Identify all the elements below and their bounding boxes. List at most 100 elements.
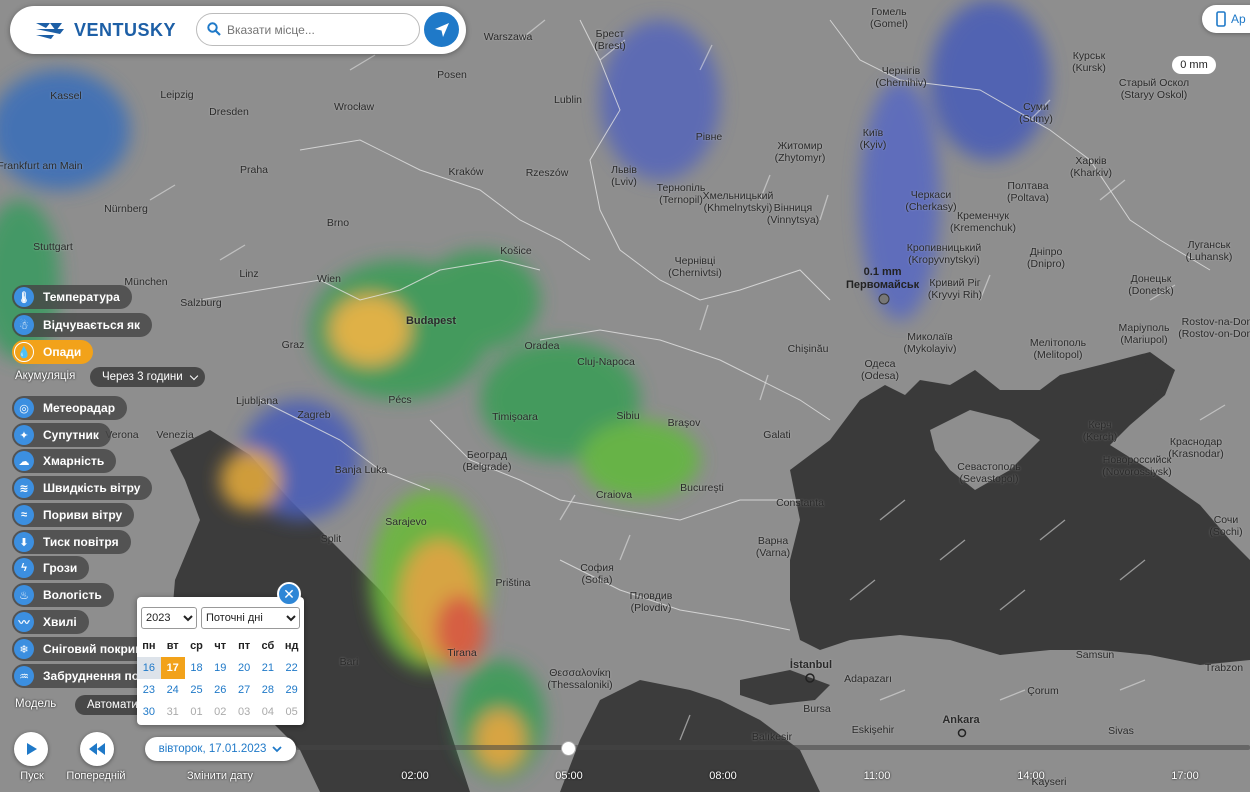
calendar-day[interactable]: 20 <box>232 657 256 679</box>
cloud-icon: ☁ <box>14 451 34 471</box>
search-box[interactable] <box>196 13 420 46</box>
layer-wind-speed[interactable]: ≋ Швидкість вітру <box>12 476 153 500</box>
layer-snow-cover[interactable]: ❄ Сніговий покрив <box>12 637 155 661</box>
city-label: Tirana <box>447 647 477 659</box>
ventusky-logo-icon <box>36 23 64 39</box>
weekday-label: нд <box>284 640 299 652</box>
city-label: Луганськ (Luhansk) <box>1185 239 1233 263</box>
pin-city: Первомайськ <box>846 279 920 291</box>
gust-icon: ≈ <box>14 505 34 525</box>
timeline-tick: 14:00 <box>1017 770 1045 782</box>
calendar-popup: 2023 Поточні дні пн вт ср чт пт сб нд 16… <box>137 597 304 725</box>
city-label: Constanta <box>776 497 824 509</box>
previous-button[interactable] <box>80 732 114 766</box>
play-icon <box>27 743 37 755</box>
layer-pressure[interactable]: ⬇ Тиск повітря <box>12 530 131 554</box>
calendar-day[interactable]: 18 <box>185 657 209 679</box>
city-label: Sivas <box>1108 725 1134 737</box>
weekday-label: пт <box>238 640 251 652</box>
city-label: İstanbul <box>789 659 833 671</box>
city-label: Split <box>320 533 342 545</box>
date-picker-button[interactable]: вівторок, 17.01.2023 <box>145 737 296 761</box>
calendar-day[interactable]: 19 <box>208 657 232 679</box>
play-button[interactable] <box>14 732 48 766</box>
layer-satellite[interactable]: ✦ Супутник <box>12 423 111 447</box>
city-label: Linz <box>239 268 259 280</box>
city-label: Zagreb <box>297 409 331 421</box>
city-label: Новороссийск (Novorossiysk) <box>1102 454 1172 478</box>
city-label: Кривий Ріг (Kryvyi Rih) <box>927 277 983 301</box>
layer-precipitation[interactable]: 💧 Опади <box>12 340 94 364</box>
city-label: Kassel <box>50 90 82 102</box>
calendar-day-disabled: 01 <box>190 706 203 718</box>
city-label: Кременчук (Kremenchuk) <box>950 210 1016 234</box>
drop-icon: 💧 <box>14 342 34 362</box>
layer-temperature[interactable]: 🌡 Температура <box>12 285 132 309</box>
timeline-tick: 02:00 <box>401 770 429 782</box>
my-location-button[interactable] <box>424 12 459 47</box>
calendar-day[interactable]: 25 <box>185 679 209 701</box>
city-label: Adapazarı <box>844 673 892 685</box>
layer-thunderstorms[interactable]: ϟ Грози <box>12 556 90 580</box>
precip-pin-label: 0.1 mm Первомайськ <box>846 266 919 292</box>
calendar-day[interactable]: 23 <box>137 679 161 701</box>
calendar-day[interactable]: 21 <box>256 657 280 679</box>
layer-clouds[interactable]: ☁ Хмарність <box>12 449 117 473</box>
city-label: Banja Luka <box>334 464 388 476</box>
calendar-day[interactable]: 26 <box>208 679 232 701</box>
city-label: Пловдив (Plovdiv) <box>629 590 673 614</box>
city-label: Київ (Kyiv) <box>859 127 887 151</box>
calendar-day[interactable]: 27 <box>232 679 256 701</box>
timeline-track[interactable] <box>296 745 1250 750</box>
weekday-label: чт <box>214 640 227 652</box>
city-label: Маріуполь (Mariupol) <box>1118 322 1170 346</box>
city-label: Graz <box>281 339 305 351</box>
city-label: Миколаїв (Mykolayiv) <box>903 331 957 355</box>
city-label: Суми (Sumy) <box>1019 101 1053 125</box>
logo[interactable]: VENTUSKY <box>34 19 176 41</box>
calendar-day[interactable]: 22 <box>280 657 304 679</box>
calendar-day-disabled: 31 <box>166 706 179 718</box>
layer-wind-gusts[interactable]: ≈ Пориви вітру <box>12 503 135 527</box>
city-label: Полтава (Poltava) <box>1006 180 1050 204</box>
thermometer-icon: 🌡 <box>14 287 34 307</box>
rewind-icon <box>89 743 105 755</box>
pollution-icon: ♒ <box>14 666 34 686</box>
year-select[interactable]: 2023 <box>141 607 197 629</box>
range-select[interactable]: Поточні дні <box>201 607 300 629</box>
city-label: Вінниця (Vinnytsya) <box>766 202 820 226</box>
app-download-button[interactable]: Ap <box>1202 5 1250 33</box>
city-label: Rostov-na-Don (Rostov-on-Don) <box>1178 316 1250 340</box>
layer-waves[interactable]: 〰 Хвилі <box>12 610 89 634</box>
timeline-handle[interactable] <box>561 741 576 756</box>
accumulation-select[interactable]: Через 3 години <box>90 367 205 387</box>
search-input[interactable] <box>227 20 407 40</box>
calendar-day[interactable]: 30 <box>137 701 161 723</box>
city-label: Bari <box>339 656 359 668</box>
city-label: Lublin <box>553 94 583 106</box>
city-label: Курськ (Kursk) <box>1072 50 1106 74</box>
city-label: Рівне <box>695 131 723 143</box>
calendar-day[interactable]: 29 <box>280 679 304 701</box>
city-label: Београд (Belgrade) <box>462 449 512 473</box>
city-label: Житомир (Zhytomyr) <box>774 140 826 164</box>
city-label: Košice <box>500 245 532 257</box>
layer-feels-like[interactable]: ☃ Відчувається як <box>12 313 153 337</box>
calendar-day-selected[interactable]: 17 <box>160 657 185 679</box>
calendar-close-button[interactable]: ✕ <box>277 582 301 606</box>
city-label: Севастополь (Sevastopol) <box>957 461 1021 485</box>
city-label: Nürnberg <box>104 203 148 215</box>
calendar-day[interactable]: 16 <box>137 657 161 679</box>
radar-icon: ◎ <box>14 398 34 418</box>
city-label: Craiova <box>595 489 633 501</box>
feels-like-icon: ☃ <box>14 315 34 335</box>
calendar-day-disabled: 04 <box>261 706 274 718</box>
calendar-day[interactable]: 24 <box>161 679 185 701</box>
navigation-arrow-icon <box>434 22 449 37</box>
waves-icon: 〰 <box>14 612 34 632</box>
layer-radar[interactable]: ◎ Метеорадар <box>12 396 128 420</box>
city-label: Варна (Varna) <box>755 535 791 559</box>
calendar-day[interactable]: 28 <box>256 679 280 701</box>
layer-humidity[interactable]: ♨ Вологість <box>12 583 114 607</box>
precip-legend-badge[interactable]: 0 mm <box>1172 56 1216 74</box>
